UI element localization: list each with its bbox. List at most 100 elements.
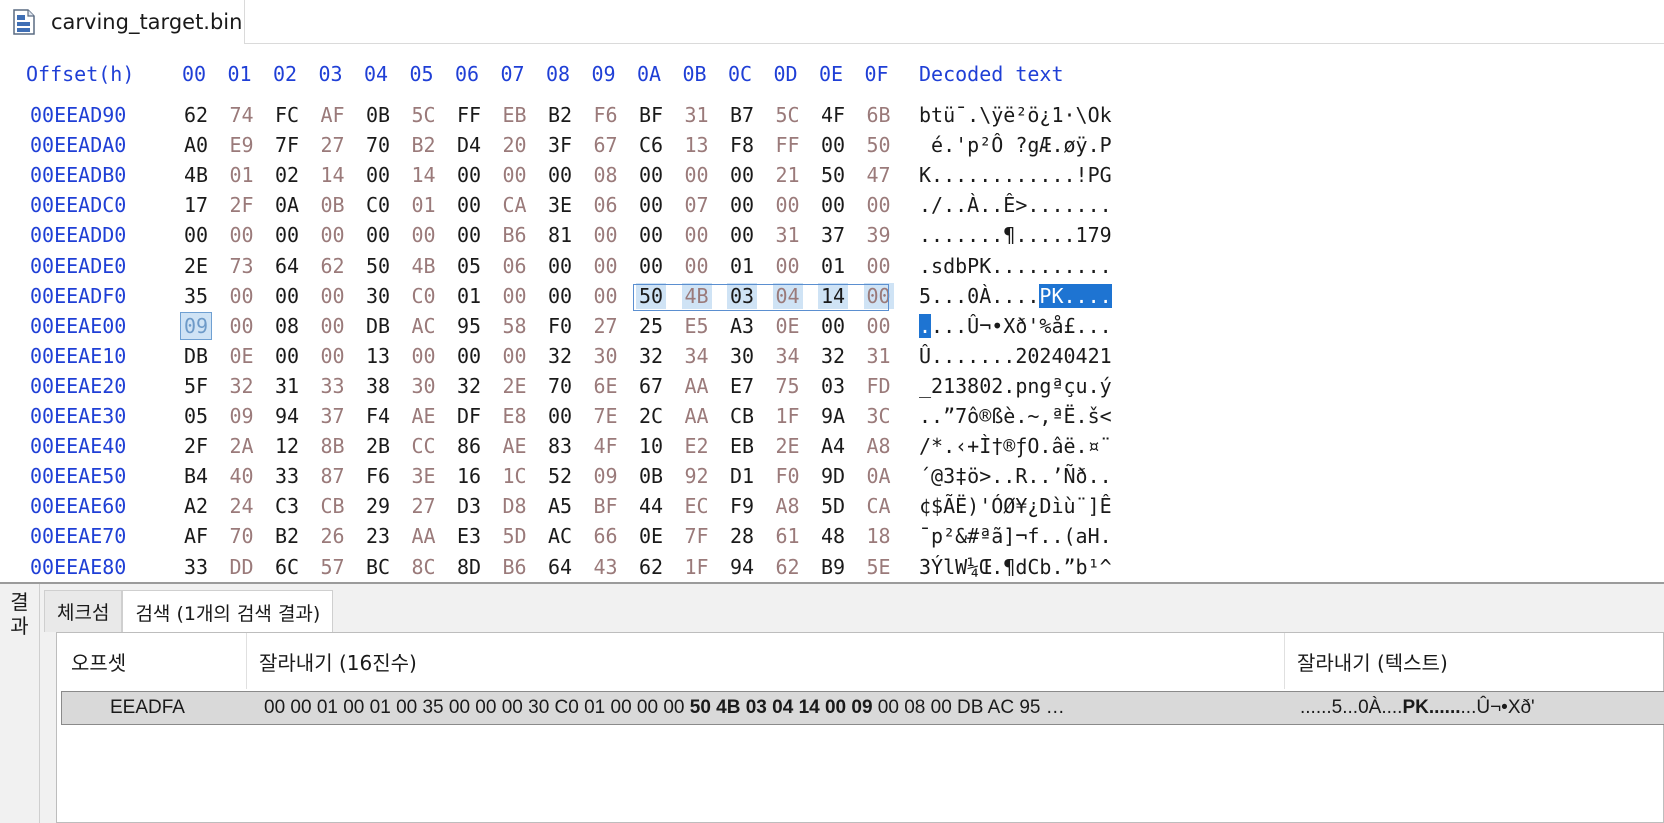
hex-byte[interactable]: 33 <box>318 373 348 399</box>
decoded-text-line[interactable]: K............!PG <box>919 162 1112 188</box>
hex-byte[interactable]: F6 <box>363 463 393 489</box>
hex-byte[interactable]: 00 <box>636 222 666 248</box>
hex-byte[interactable]: 47 <box>864 162 894 188</box>
hex-byte[interactable]: E2 <box>682 433 712 459</box>
hex-byte[interactable]: 31 <box>682 102 712 128</box>
hex-byte[interactable]: C3 <box>272 493 302 519</box>
hex-byte[interactable]: 9D <box>818 463 848 489</box>
hex-byte[interactable]: 05 <box>181 403 211 429</box>
hex-byte[interactable]: 58 <box>500 313 530 339</box>
hex-byte[interactable]: 00 <box>545 162 575 188</box>
hex-byte[interactable]: 01 <box>409 192 439 218</box>
hex-byte[interactable]: 94 <box>272 403 302 429</box>
hex-byte[interactable]: 00 <box>727 222 757 248</box>
hex-byte[interactable]: 00 <box>591 283 621 309</box>
hex-byte[interactable]: 86 <box>454 433 484 459</box>
column-header-text[interactable]: 잘라내기 (텍스트) <box>1285 633 1664 689</box>
hex-byte[interactable]: E7 <box>727 373 757 399</box>
decoded-text-line[interactable]: _213802.pngªçu.ý <box>919 373 1112 399</box>
hex-byte[interactable]: 00 <box>682 253 712 279</box>
hex-byte[interactable]: 06 <box>591 192 621 218</box>
hex-byte[interactable]: 00 <box>545 283 575 309</box>
hex-byte[interactable]: 01 <box>454 283 484 309</box>
hex-byte[interactable]: 00 <box>272 222 302 248</box>
hex-byte[interactable]: AF <box>318 102 348 128</box>
hex-byte[interactable]: 00 <box>500 283 530 309</box>
hex-byte[interactable]: 5C <box>773 102 803 128</box>
hex-byte[interactable]: 64 <box>545 554 575 580</box>
hex-byte[interactable]: 75 <box>773 373 803 399</box>
hex-byte[interactable]: 00 <box>682 162 712 188</box>
hex-byte[interactable]: 09 <box>227 403 257 429</box>
decoded-text-line[interactable]: btü¯.\ÿë²ö¿1·\Ok <box>919 102 1112 128</box>
hex-byte[interactable]: D8 <box>500 493 530 519</box>
hex-byte[interactable]: 00 <box>227 222 257 248</box>
hex-byte[interactable]: 4B <box>681 282 712 309</box>
hex-byte[interactable]: 37 <box>318 403 348 429</box>
hex-byte[interactable]: 04 <box>772 282 803 309</box>
hex-byte[interactable]: 00 <box>818 132 848 158</box>
hex-byte[interactable]: 06 <box>500 253 530 279</box>
hex-byte[interactable]: 2F <box>227 192 257 218</box>
column-header-offset[interactable]: 오프셋 <box>57 633 247 689</box>
hex-byte[interactable]: CC <box>409 433 439 459</box>
hex-byte[interactable]: 2B <box>363 433 393 459</box>
hex-byte[interactable]: 61 <box>773 523 803 549</box>
hex-byte[interactable]: 00 <box>591 253 621 279</box>
hex-byte[interactable]: BF <box>636 102 666 128</box>
hex-byte[interactable]: FD <box>864 373 894 399</box>
hex-byte[interactable]: 00 <box>864 192 894 218</box>
hex-byte[interactable]: 28 <box>727 523 757 549</box>
hex-byte[interactable]: 2E <box>181 253 211 279</box>
hex-byte[interactable]: 13 <box>363 343 393 369</box>
hex-byte[interactable]: AE <box>409 403 439 429</box>
hex-byte[interactable]: 00 <box>727 162 757 188</box>
hex-byte[interactable]: 5D <box>818 493 848 519</box>
hex-byte[interactable]: 00 <box>500 343 530 369</box>
hex-byte[interactable]: 27 <box>409 493 439 519</box>
hex-byte[interactable]: 31 <box>864 343 894 369</box>
hex-byte[interactable]: 92 <box>682 463 712 489</box>
hex-byte[interactable]: 31 <box>773 222 803 248</box>
hex-byte[interactable]: 64 <box>272 253 302 279</box>
decoded-text-line[interactable]: ....Û¬•Xð'%å£... <box>919 313 1112 339</box>
hex-byte[interactable]: EB <box>727 433 757 459</box>
hex-byte[interactable]: FF <box>773 132 803 158</box>
hex-byte[interactable]: EB <box>500 102 530 128</box>
hex-byte[interactable]: BC <box>363 554 393 580</box>
hex-byte[interactable]: 00 <box>773 253 803 279</box>
hex-byte[interactable]: 44 <box>636 493 666 519</box>
hex-byte[interactable]: 3F <box>545 132 575 158</box>
hex-byte[interactable]: 2F <box>181 433 211 459</box>
hex-byte[interactable]: 50 <box>818 162 848 188</box>
hex-byte[interactable]: 6E <box>591 373 621 399</box>
tab-checksum[interactable]: 체크섬 <box>44 590 123 632</box>
decoded-text-line[interactable]: ¯p²&#ªã]¬f..(aH. <box>919 523 1112 549</box>
hex-byte[interactable]: 30 <box>591 343 621 369</box>
hex-byte[interactable]: 0A <box>272 192 302 218</box>
hex-byte[interactable]: AA <box>682 373 712 399</box>
hex-byte[interactable]: 62 <box>773 554 803 580</box>
hex-byte[interactable]: 02 <box>272 162 302 188</box>
hex-byte[interactable]: 95 <box>454 313 484 339</box>
hex-byte[interactable]: 00 <box>591 222 621 248</box>
hex-byte[interactable]: 00 <box>727 192 757 218</box>
hex-byte[interactable]: 6C <box>272 554 302 580</box>
hex-byte[interactable]: 83 <box>545 433 575 459</box>
hex-byte[interactable]: FC <box>272 102 302 128</box>
hex-byte[interactable]: 00 <box>363 222 393 248</box>
hex-byte[interactable]: F6 <box>591 102 621 128</box>
hex-byte[interactable]: 39 <box>864 222 894 248</box>
hex-byte[interactable]: 00 <box>454 343 484 369</box>
hex-byte[interactable]: 00 <box>864 253 894 279</box>
hex-byte[interactable]: C0 <box>409 283 439 309</box>
hex-byte[interactable]: 32 <box>454 373 484 399</box>
hex-byte[interactable]: 13 <box>682 132 712 158</box>
decoded-text-line[interactable]: é.'p²Ô ?gÆ.øÿ.P <box>919 132 1112 158</box>
hex-byte[interactable]: 4B <box>181 162 211 188</box>
hex-byte[interactable]: F0 <box>545 313 575 339</box>
hex-byte[interactable]: 5E <box>864 554 894 580</box>
hex-byte[interactable]: 33 <box>272 463 302 489</box>
hex-byte[interactable]: 20 <box>500 132 530 158</box>
hex-byte[interactable]: 70 <box>545 373 575 399</box>
